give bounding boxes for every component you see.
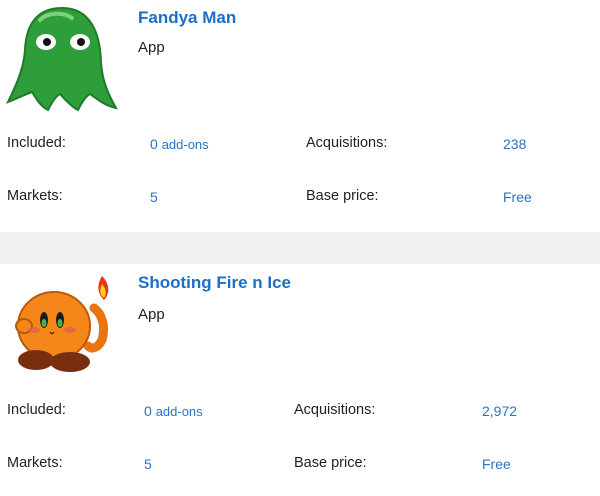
app-type: App	[138, 306, 165, 323]
markets-value: 5	[150, 189, 158, 205]
acquisitions-value: 238	[503, 136, 527, 152]
app-card: Shooting Fire n Ice App Included: 0 add-…	[0, 264, 600, 496]
orange-fire-creature-icon[interactable]	[10, 268, 120, 378]
included-count: 0	[150, 136, 158, 152]
markets-label: Markets:	[7, 455, 63, 471]
included-count: 0	[144, 403, 152, 419]
acquisitions-label: Acquisitions:	[306, 135, 388, 151]
app-title[interactable]: Fandya Man	[138, 8, 236, 28]
base-price-value: Free	[503, 189, 532, 205]
included-unit: add-ons	[161, 137, 209, 152]
included-addons-link[interactable]: 0 add-ons	[144, 403, 203, 419]
base-price-label: Base price:	[306, 188, 379, 204]
card-separator	[0, 232, 600, 264]
included-unit: add-ons	[155, 404, 203, 419]
included-label: Included:	[7, 402, 66, 418]
acquisitions-label: Acquisitions:	[294, 402, 376, 418]
base-price-label: Base price:	[294, 455, 367, 471]
base-price-value: Free	[482, 456, 511, 472]
included-addons-link[interactable]: 0 add-ons	[150, 136, 209, 152]
app-type: App	[138, 39, 165, 56]
markets-value: 5	[144, 456, 152, 472]
markets-label: Markets:	[7, 188, 63, 204]
included-label: Included:	[7, 135, 66, 151]
acquisitions-value: 2,972	[482, 403, 518, 419]
app-title[interactable]: Shooting Fire n Ice	[138, 273, 291, 293]
app-card: Fandya Man App Included: 0 add-ons Acqui…	[0, 0, 600, 232]
green-blob-character-icon[interactable]	[6, 2, 118, 114]
